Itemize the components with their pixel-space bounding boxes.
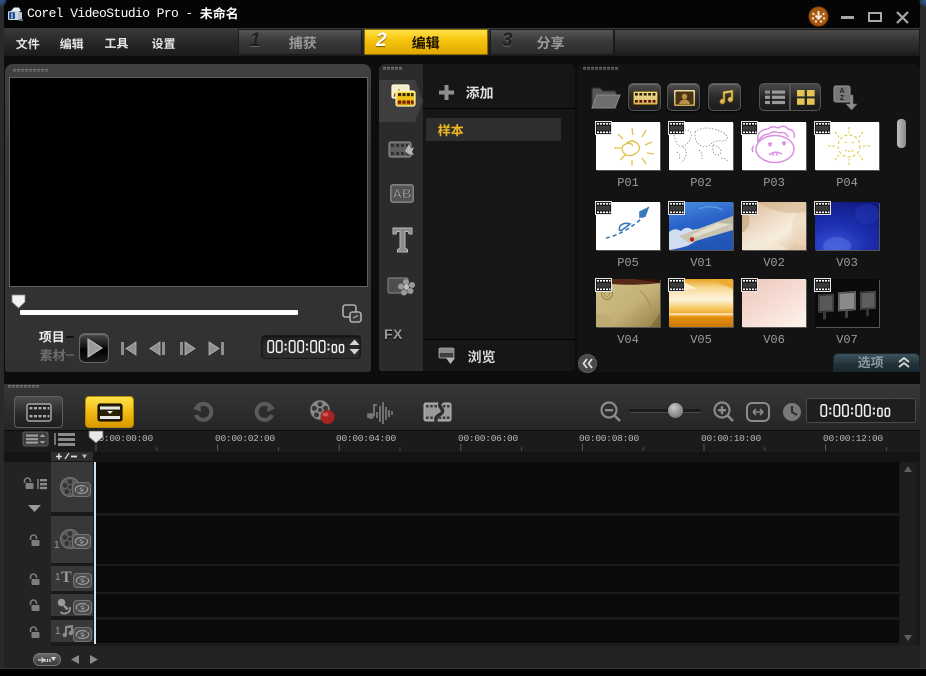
svg-text:AB: AB (393, 186, 412, 201)
svg-text:Z: Z (840, 95, 845, 102)
svg-text:A: A (839, 88, 844, 95)
